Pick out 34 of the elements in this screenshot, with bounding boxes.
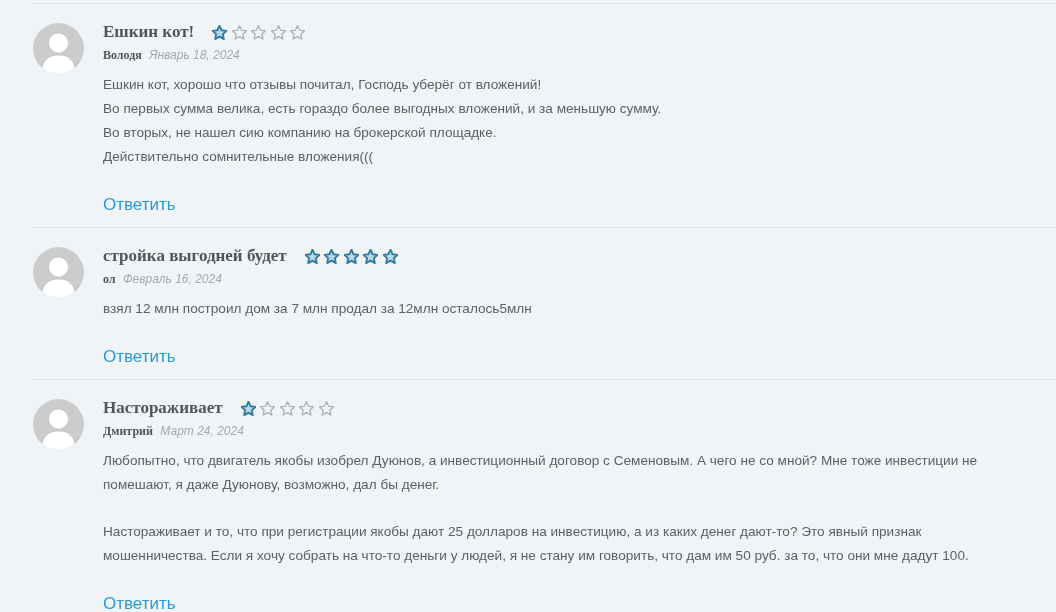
review-title: стройка выгодней будет [103, 245, 287, 267]
star-icon [343, 248, 359, 264]
star-icon [363, 248, 379, 264]
review-text: Любопытно, что двигатель якобы изобрел Дуюнов, а инвестиционный договор с Семеновым. А чего не со мной? Мне тоже инвестиции не помешают, я даже Дуюнову, возможно, дал бы денег. [103, 452, 979, 494]
avatar-icon [33, 23, 84, 74]
reply-link[interactable]: Ответить [103, 347, 176, 367]
author-name: Володя [103, 48, 142, 62]
star-icon [270, 24, 286, 40]
author-name: ол [103, 272, 116, 286]
review-text: Настораживает и то, что при регистрации якобы дают 25 долларов на инвестицию, а из каких денег дают-то? Это явный признак мошенничества. Если я хочу собрать на что-то деньги у людей, я не стану им говорить, что дам им 50 руб. за то, что они мне дадут 100. [103, 523, 970, 565]
star-icon [324, 248, 340, 264]
star-icon [382, 248, 398, 264]
star-icon [231, 24, 247, 40]
star-icon [240, 400, 256, 416]
avatar-icon [33, 399, 84, 450]
author-name: Дмитрий [103, 424, 153, 438]
review-text: Ешкин кот, хорошо что отзывы почитал, Господь уберёг от вложений! Во первых сумма велика, есть гораздо более выгодных вложений, и за меньшую сумму. Во вторых, не нашел сию компанию на брокерской площадке. Действительно сомнительные вложения((( [103, 76, 663, 166]
review-text: взял 12 млн построил дом за 7 млн продал за 12млн осталось5млн [103, 300, 533, 318]
star-icon [279, 400, 295, 416]
review-title: Ешкин кот! [103, 21, 195, 43]
review-title: Настораживает [103, 397, 223, 419]
review-date: Февраль 16, 2024 [123, 272, 222, 286]
star-icon [304, 248, 320, 264]
star-icon [318, 400, 334, 416]
star-icon [251, 24, 267, 40]
avatar-icon [33, 247, 84, 298]
star-icon [290, 24, 306, 40]
reply-link[interactable]: Ответить [103, 195, 176, 215]
review-date: Январь 18, 2024 [149, 48, 240, 62]
star-icon [212, 24, 228, 40]
review-date: Март 24, 2024 [160, 424, 244, 438]
reply-link[interactable]: Ответить [103, 594, 176, 612]
star-icon [299, 400, 315, 416]
star-icon [260, 400, 276, 416]
